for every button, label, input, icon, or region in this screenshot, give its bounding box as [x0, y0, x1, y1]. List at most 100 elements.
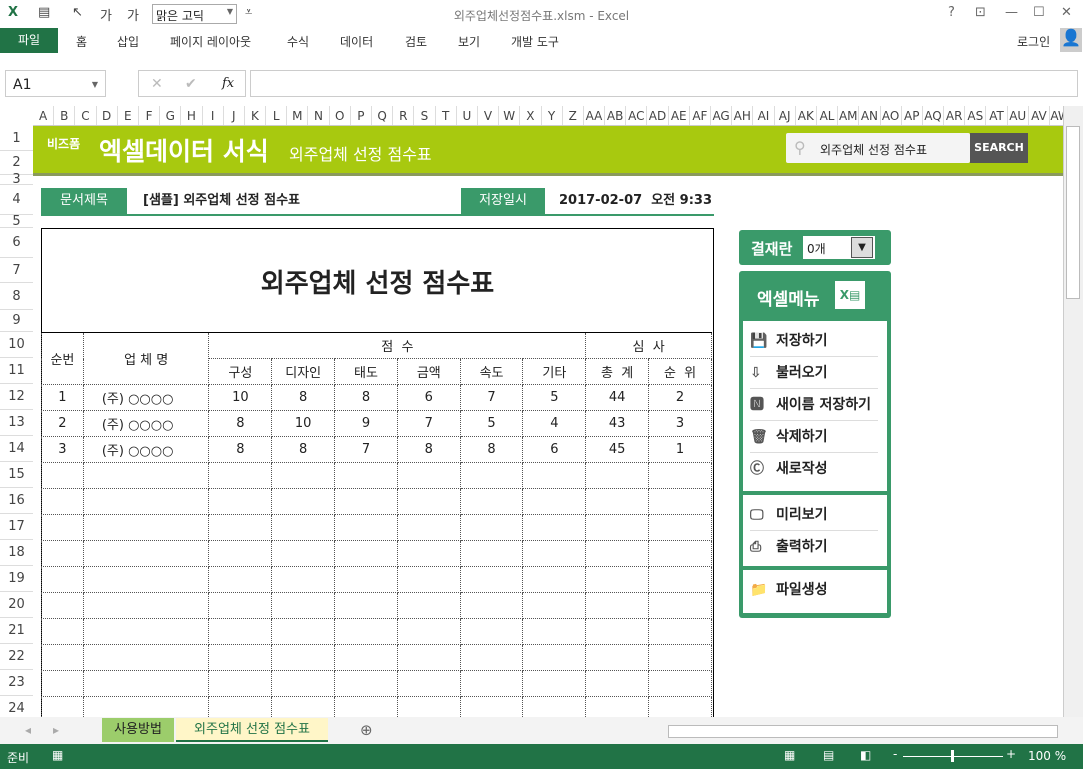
- menu-item[interactable]: 💾 저장하기: [750, 325, 878, 357]
- table-cell[interactable]: [208, 566, 273, 593]
- search-button[interactable]: SEARCH: [970, 133, 1028, 163]
- row-header[interactable]: 8: [0, 283, 33, 310]
- row-header[interactable]: 22: [0, 644, 33, 670]
- table-cell[interactable]: [271, 696, 336, 717]
- close-button[interactable]: ✕: [1061, 5, 1072, 20]
- table-cell[interactable]: [41, 566, 84, 593]
- column-header[interactable]: I: [203, 106, 224, 125]
- table-cell[interactable]: [522, 644, 587, 671]
- ribbon-display-icon[interactable]: ⊡: [975, 5, 986, 20]
- table-cell[interactable]: 10: [208, 384, 273, 411]
- table-cell[interactable]: [334, 488, 398, 515]
- table-cell[interactable]: [208, 592, 273, 619]
- column-header[interactable]: R: [393, 106, 415, 125]
- column-header[interactable]: P: [351, 106, 372, 125]
- row-header[interactable]: 18: [0, 540, 33, 566]
- tab-review[interactable]: 검토: [405, 33, 427, 50]
- column-header[interactable]: AN: [859, 106, 881, 125]
- login-link[interactable]: 로그인: [1017, 33, 1050, 50]
- column-header[interactable]: AS: [965, 106, 987, 125]
- table-cell[interactable]: [459, 514, 524, 541]
- table-cell[interactable]: [648, 566, 712, 593]
- tab-data[interactable]: 데이터: [340, 33, 373, 50]
- column-header[interactable]: AT: [986, 106, 1008, 125]
- menu-item[interactable]: 🗑 삭제하기: [750, 421, 878, 453]
- worksheet[interactable]: 비즈폼 엑셀데이터 서식 외주업체 선정 점수표 ⚲ 외주업체 선정 점수표 S…: [33, 126, 1063, 717]
- next-sheet-icon[interactable]: ▸: [53, 723, 59, 737]
- table-cell[interactable]: [208, 670, 273, 697]
- table-cell[interactable]: [271, 644, 336, 671]
- prev-sheet-icon[interactable]: ◂: [25, 723, 31, 737]
- table-cell[interactable]: [585, 644, 650, 671]
- help-button[interactable]: ?: [948, 5, 955, 20]
- column-header[interactable]: AQ: [923, 106, 945, 125]
- tab-file[interactable]: 파일: [0, 28, 58, 53]
- table-cell[interactable]: [334, 618, 398, 645]
- chevron-down-icon[interactable]: ▼: [851, 237, 873, 258]
- table-cell[interactable]: [271, 592, 336, 619]
- column-header[interactable]: AI: [753, 106, 775, 125]
- column-header[interactable]: N: [308, 106, 330, 125]
- sheet-tab-usage[interactable]: 사용방법: [102, 718, 174, 742]
- table-cell[interactable]: [648, 592, 712, 619]
- avatar-icon[interactable]: 👤: [1060, 28, 1082, 52]
- vertical-scroll-thumb[interactable]: [1066, 126, 1080, 299]
- column-header[interactable]: J: [224, 106, 245, 125]
- page-layout-view-icon[interactable]: ▤: [823, 748, 834, 762]
- table-cell[interactable]: [522, 670, 587, 697]
- menu-item[interactable]: ⎙ 출력하기: [750, 531, 878, 563]
- table-cell[interactable]: [271, 540, 336, 567]
- table-cell[interactable]: [208, 514, 273, 541]
- tab-insert[interactable]: 삽입: [117, 33, 139, 50]
- table-cell[interactable]: 7: [396, 410, 461, 437]
- row-header[interactable]: 23: [0, 670, 33, 696]
- table-cell[interactable]: [334, 566, 398, 593]
- column-header[interactable]: AH: [732, 106, 754, 125]
- row-header[interactable]: 10: [0, 332, 33, 358]
- table-cell[interactable]: [585, 540, 650, 567]
- table-cell[interactable]: 8: [334, 384, 398, 411]
- table-cell[interactable]: 8: [459, 436, 524, 463]
- table-cell[interactable]: 7: [459, 384, 524, 411]
- table-cell[interactable]: 2: [41, 410, 84, 437]
- add-sheet-button[interactable]: ⊕: [360, 721, 373, 739]
- table-cell[interactable]: 8: [396, 436, 461, 463]
- table-cell[interactable]: [648, 670, 712, 697]
- zoom-in-button[interactable]: +: [1006, 747, 1016, 761]
- table-cell[interactable]: (주) ○○○○: [82, 410, 210, 437]
- column-header[interactable]: AB: [605, 106, 627, 125]
- table-cell[interactable]: [396, 488, 461, 515]
- column-header[interactable]: U: [457, 106, 478, 125]
- column-header[interactable]: E: [118, 106, 139, 125]
- table-cell[interactable]: [208, 540, 273, 567]
- column-header[interactable]: AK: [796, 106, 817, 125]
- table-cell[interactable]: 7: [334, 436, 398, 463]
- table-cell[interactable]: 8: [208, 436, 273, 463]
- column-header[interactable]: AE: [669, 106, 690, 125]
- table-cell[interactable]: [648, 644, 712, 671]
- table-cell[interactable]: [585, 514, 650, 541]
- table-cell[interactable]: [648, 488, 712, 515]
- column-header[interactable]: AG: [711, 106, 733, 125]
- table-cell[interactable]: [585, 670, 650, 697]
- table-cell[interactable]: [271, 514, 336, 541]
- row-header[interactable]: 4: [0, 185, 33, 215]
- row-header[interactable]: 16: [0, 488, 33, 514]
- table-cell[interactable]: [585, 696, 650, 717]
- column-header[interactable]: V: [478, 106, 500, 125]
- table-cell[interactable]: [396, 462, 461, 489]
- table-cell[interactable]: [459, 670, 524, 697]
- table-cell[interactable]: [396, 670, 461, 697]
- row-header[interactable]: 19: [0, 566, 33, 592]
- table-cell[interactable]: [459, 696, 524, 717]
- table-cell[interactable]: [41, 670, 84, 697]
- table-cell[interactable]: [585, 566, 650, 593]
- table-cell[interactable]: [459, 566, 524, 593]
- table-cell[interactable]: [41, 488, 84, 515]
- table-cell[interactable]: [522, 540, 587, 567]
- table-cell[interactable]: [334, 696, 398, 717]
- column-header[interactable]: D: [97, 106, 118, 125]
- table-cell[interactable]: [585, 618, 650, 645]
- column-header[interactable]: AR: [944, 106, 966, 125]
- table-cell[interactable]: [648, 462, 712, 489]
